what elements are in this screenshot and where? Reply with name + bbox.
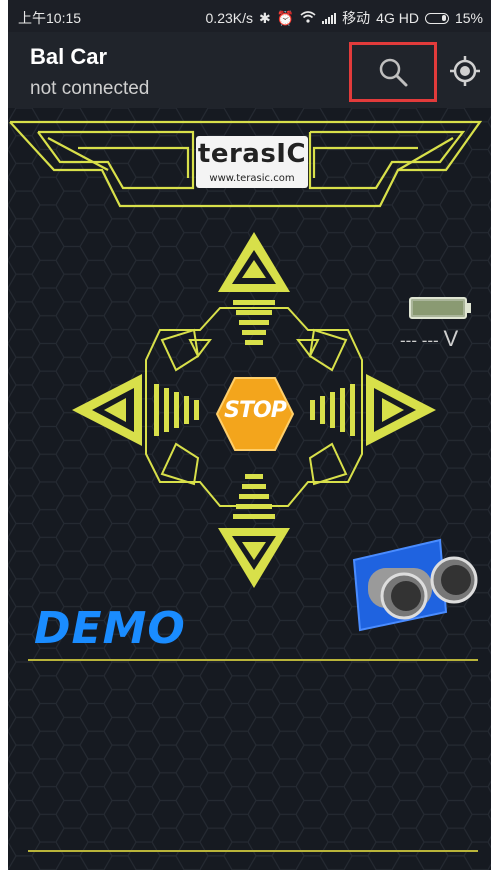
status-time: 上午10:15 (18, 10, 82, 26)
network-type: 4G HD (376, 10, 419, 26)
connection-status: not connected (30, 78, 150, 99)
carrier-name: 移动 (342, 10, 371, 26)
battery-percent: 15% (454, 10, 483, 26)
logo-brand: terasIC (197, 139, 307, 169)
voltage-value: --- --- (400, 331, 439, 350)
status-bar: 上午10:15 0.23K/s ✱ ⏰ 移动 4G HD 15% (8, 0, 491, 32)
battery-icon (424, 12, 449, 24)
wifi-icon (300, 10, 316, 26)
logo-url: www.terasic.com (209, 173, 295, 184)
action-bar: Bal Car not connected (8, 32, 491, 108)
stop-label: STOP (224, 398, 287, 423)
voltage-readout: --- --- V (400, 326, 458, 352)
app-title: Bal Car (30, 44, 108, 69)
status-right: 0.23K/s ✱ ⏰ 移动 4G HD 15% (206, 8, 483, 28)
divider-bottom (28, 850, 478, 852)
gps-locate-icon[interactable] (448, 54, 482, 88)
voltage-unit: V (443, 326, 459, 351)
hex-background (8, 108, 491, 870)
signal-icon (322, 12, 337, 24)
search-button[interactable] (349, 42, 437, 102)
alarm-icon: ⏰ (276, 9, 295, 26)
stop-button[interactable]: STOP (215, 376, 295, 452)
network-speed: 0.23K/s (205, 10, 253, 26)
demo-button[interactable]: DEMO (34, 603, 186, 654)
battery-level-icon (409, 297, 471, 319)
search-icon (379, 58, 408, 87)
divider-top (28, 659, 478, 661)
terasic-logo: terasIC www.terasic.com (196, 136, 308, 188)
app-screen: 上午10:15 0.23K/s ✱ ⏰ 移动 4G HD 15% Bal Car… (8, 0, 491, 870)
bluetooth-icon: ✱ (259, 9, 271, 26)
control-panel: terasIC www.terasic.com STOP --- --- V D… (8, 108, 491, 870)
